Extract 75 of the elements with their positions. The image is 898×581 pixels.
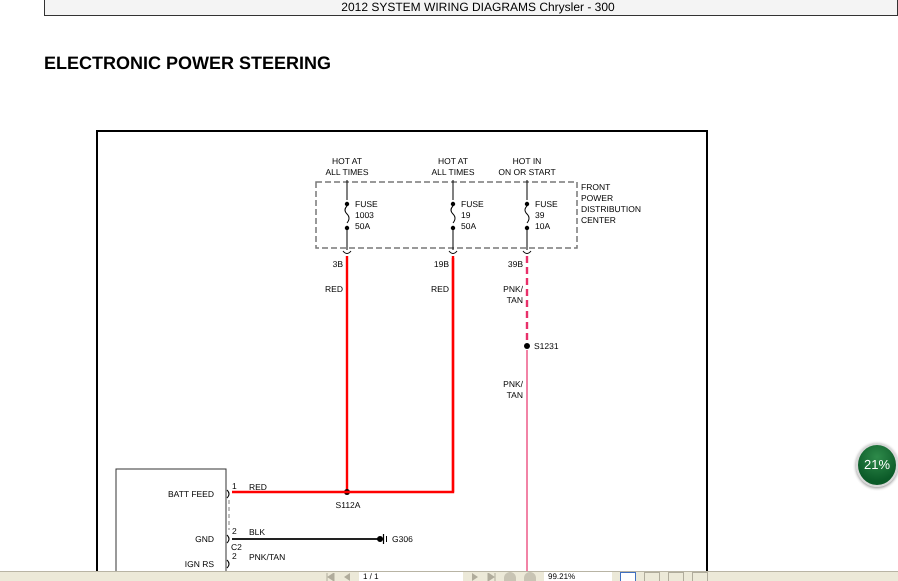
connector-label: 3B	[332, 259, 343, 269]
component-label: POWER	[581, 193, 614, 203]
last-page-icon[interactable]	[487, 572, 496, 580]
component-label: FRONT	[581, 182, 610, 192]
fuse-label: 39	[535, 210, 544, 220]
fuse-wire	[526, 230, 528, 250]
wire-color-label: TAN	[506, 390, 523, 400]
fuse-label: 50A	[461, 221, 476, 231]
connector-icon	[226, 534, 230, 544]
wire-color-label: PNK/TAN	[249, 552, 286, 562]
two-page-view-icon[interactable]	[668, 572, 684, 581]
connector-icon	[226, 560, 230, 568]
fuse-wire	[346, 180, 348, 200]
pin-number: 2	[232, 551, 237, 561]
connector-label: 39B	[508, 259, 523, 269]
fuse-icon	[450, 202, 456, 230]
progress-badge: 21%	[856, 443, 898, 487]
pin-label: GND	[195, 534, 214, 544]
connector-icon	[226, 490, 230, 498]
supply-label: HOT IN	[512, 156, 542, 166]
splice-dot	[344, 489, 350, 495]
component-label: CENTER	[581, 215, 616, 225]
fuse-label: FUSE	[355, 199, 378, 209]
wire-color-label: PNK/	[503, 284, 523, 294]
zoom-in-icon[interactable]	[524, 572, 536, 581]
fuse-label: FUSE	[535, 199, 558, 209]
fuse-wire	[452, 230, 454, 250]
fuse-label: 19	[461, 210, 470, 220]
fuse-wire	[526, 180, 528, 200]
supply-label: ON OR START	[498, 167, 556, 177]
connector-label: C2	[231, 542, 242, 552]
wire-color-label: RED	[325, 284, 343, 294]
fuse-label: FUSE	[461, 199, 484, 209]
ground-icon	[377, 534, 387, 544]
fuse-label: 10A	[535, 221, 550, 231]
connector-icon	[448, 250, 458, 254]
fuse-icon	[344, 202, 350, 230]
connector-label: 19B	[434, 259, 449, 269]
supply-label: ALL TIMES	[432, 167, 474, 177]
wire-color-label: TAN	[506, 295, 523, 305]
pin-number: 1	[232, 481, 237, 491]
supply-label: HOT AT	[438, 156, 468, 166]
next-page-icon[interactable]	[471, 572, 479, 580]
zoom-field[interactable]: 99.21%	[544, 572, 612, 581]
splice-label: S112A	[336, 500, 360, 510]
section-title: ELECTRONIC POWER STEERING	[44, 52, 332, 74]
fuse-label: 50A	[355, 221, 370, 231]
wire-color-label: PNK/	[503, 379, 523, 389]
connector-icon	[342, 250, 352, 254]
pin-label: IGN RS	[184, 559, 214, 569]
document-title: 2012 SYSTEM WIRING DIAGRAMS Chrysler - 300	[341, 1, 615, 15]
wire-color-label: RED	[431, 284, 449, 294]
wire-color-label: BLK	[249, 527, 266, 537]
previous-page-icon[interactable]	[343, 572, 351, 580]
single-page-view-icon[interactable]	[620, 572, 636, 581]
splice-label: S1231	[534, 341, 559, 351]
supply-label: HOT AT	[332, 156, 362, 166]
pin-number: 2	[232, 526, 237, 536]
connector-link	[228, 500, 230, 530]
fuse-label: 1003	[355, 210, 374, 220]
page-field[interactable]: 1 / 1	[359, 572, 463, 581]
supply-label: ALL TIMES	[326, 167, 368, 177]
zoom-out-icon[interactable]	[504, 572, 516, 581]
first-page-icon[interactable]	[326, 572, 335, 580]
splice-dot	[524, 343, 530, 349]
fuse-wire	[452, 180, 454, 200]
pin-label: BATT FEED	[168, 489, 214, 499]
ground-label: G306	[392, 534, 413, 544]
component-label: DISTRIBUTION	[581, 204, 641, 214]
continuous-view-icon[interactable]	[692, 572, 708, 581]
wire-color-label: RED	[249, 482, 267, 492]
fuse-wire	[346, 230, 348, 250]
fuse-icon	[524, 202, 530, 230]
page-view-icon[interactable]	[644, 572, 660, 581]
connector-icon	[522, 250, 532, 254]
